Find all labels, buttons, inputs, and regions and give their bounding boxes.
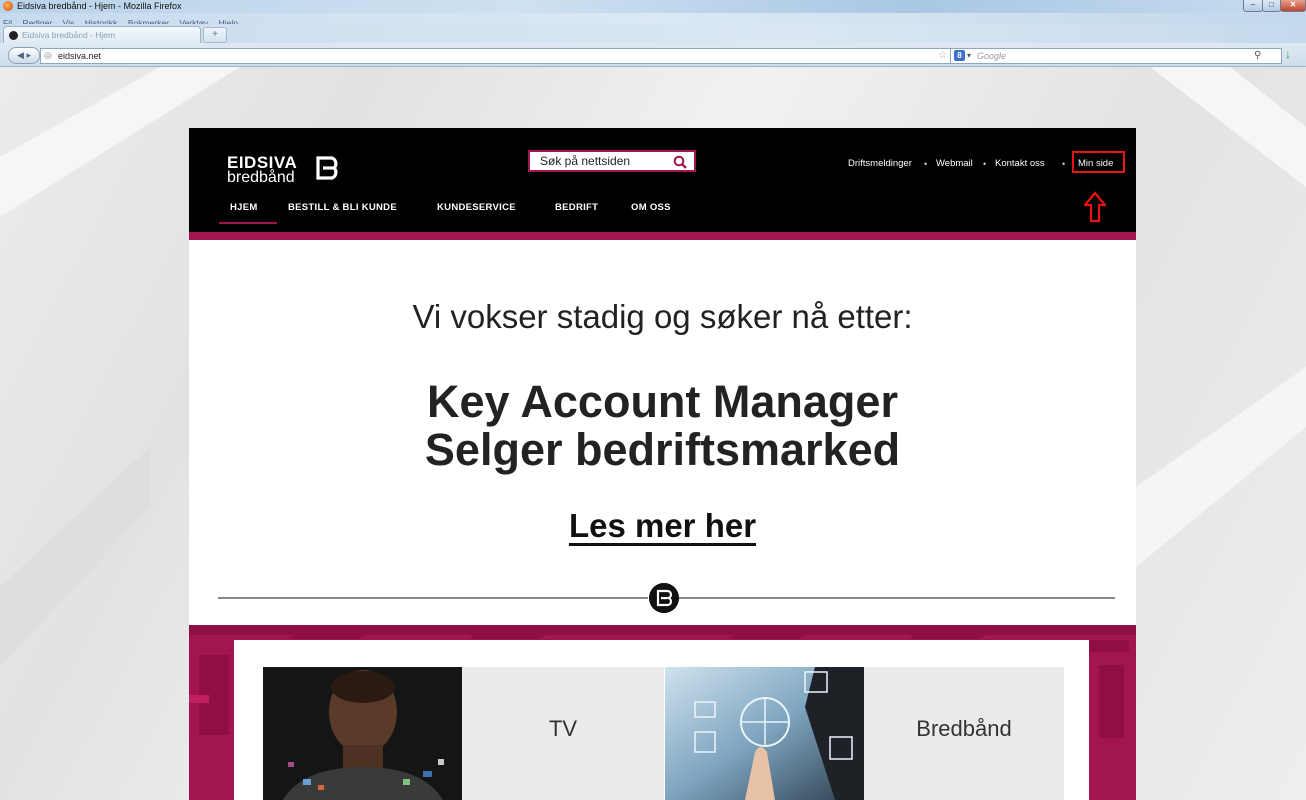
- tv-card-label[interactable]: TV: [462, 716, 664, 742]
- broadband-hand-image: [665, 667, 864, 800]
- nav-bestill-bli-kunde[interactable]: BESTILL & BLI KUNDE: [288, 198, 397, 218]
- link-driftsmeldinger[interactable]: Driftsmeldinger: [848, 157, 912, 171]
- nav-bedrift[interactable]: BEDRIFT: [555, 198, 598, 218]
- maximize-button[interactable]: □: [1262, 0, 1281, 12]
- download-icon[interactable]: ↓: [1285, 47, 1291, 61]
- arrow-up-icon: [1084, 191, 1106, 223]
- address-bar[interactable]: ◎ eidsiva.net ☆ ▿ ↻: [40, 48, 992, 64]
- browser-search-input[interactable]: 8 ▾ Google ⚲: [950, 48, 1282, 64]
- page-viewport: EIDSIVA bredbånd Søk på nettsiden Drifts…: [0, 67, 1306, 800]
- nav-hjem[interactable]: HJEM: [230, 198, 258, 218]
- hero-read-more-link[interactable]: Les mer her: [189, 506, 1136, 546]
- hero-position-1: Key Account Manager: [427, 376, 898, 427]
- hero-read-more-text[interactable]: Les mer her: [569, 507, 756, 544]
- hero-intro: Vi vokser stadig og søker nå etter:: [412, 298, 913, 335]
- nav-active-indicator: [219, 222, 277, 224]
- back-button[interactable]: ◀ ▸: [8, 47, 40, 64]
- browser-navbar: ◀ ▸ ◎ eidsiva.net ☆ ▿ ↻ 8 ▾ Google ⚲ ↓: [0, 43, 1306, 67]
- nav-kundeservice[interactable]: KUNDESERVICE: [437, 198, 516, 218]
- logo-text-bredband[interactable]: bredbånd: [227, 170, 295, 186]
- browser-menubar: Fil Rediger Vis Historikk Bokmerker Verk…: [0, 13, 1306, 28]
- firefox-icon: [3, 1, 13, 11]
- website: EIDSIVA bredbånd Søk på nettsiden Drifts…: [189, 128, 1136, 800]
- tv-card[interactable]: TV: [462, 667, 664, 800]
- header-accent-stripe: [189, 232, 1136, 240]
- minimize-button[interactable]: –: [1243, 0, 1263, 12]
- utility-links: Driftsmeldinger • Webmail • Kontakt oss …: [189, 157, 1129, 171]
- divider-right: [678, 597, 1115, 599]
- bookmark-star-icon[interactable]: ☆: [938, 49, 947, 63]
- separator-dot: •: [1062, 159, 1066, 169]
- broadband-card[interactable]: Bredbånd: [864, 667, 1064, 800]
- separator-dot: •: [983, 159, 987, 169]
- separator-dot: •: [924, 159, 928, 169]
- broadband-card-image[interactable]: [665, 667, 864, 800]
- nav-om-oss[interactable]: OM OSS: [631, 198, 671, 218]
- browser-search-placeholder: Google: [977, 51, 1007, 61]
- hero-position-2: Selger bedriftsmarked: [424, 424, 901, 475]
- browser-titlebar: Eidsiva bredbånd - Hjem - Mozilla Firefo…: [0, 0, 1306, 13]
- tab-title: Eidsiva bredbånd - Hjem: [22, 30, 116, 40]
- browser-tabbar: Eidsiva bredbånd - Hjem +: [0, 24, 1306, 44]
- google-icon[interactable]: 8: [954, 50, 965, 61]
- divider-left: [218, 597, 648, 599]
- new-tab-button[interactable]: +: [203, 27, 227, 43]
- tv-card-image[interactable]: [263, 667, 462, 800]
- url-text: eidsiva.net: [58, 51, 102, 61]
- link-kontakt-oss[interactable]: Kontakt oss: [995, 157, 1045, 171]
- globe-icon: ◎: [44, 50, 52, 60]
- search-engine-dropdown-icon[interactable]: ▾: [967, 49, 971, 63]
- tv-person-image: [263, 667, 462, 800]
- min-side-highlight-box: [1072, 151, 1125, 173]
- broadband-card-label[interactable]: Bredbånd: [864, 716, 1064, 742]
- site-header: EIDSIVA bredbånd Søk på nettsiden Drifts…: [189, 128, 1136, 232]
- eidsiva-badge-icon: [649, 583, 679, 613]
- close-button[interactable]: ✕: [1280, 0, 1306, 12]
- site-favicon-icon: [9, 31, 18, 40]
- link-webmail[interactable]: Webmail: [936, 157, 973, 171]
- browser-search-icon[interactable]: ⚲: [1254, 49, 1261, 63]
- window-title: Eidsiva bredbånd - Hjem - Mozilla Firefo…: [17, 1, 182, 11]
- browser-tab-active[interactable]: Eidsiva bredbånd - Hjem: [3, 26, 201, 44]
